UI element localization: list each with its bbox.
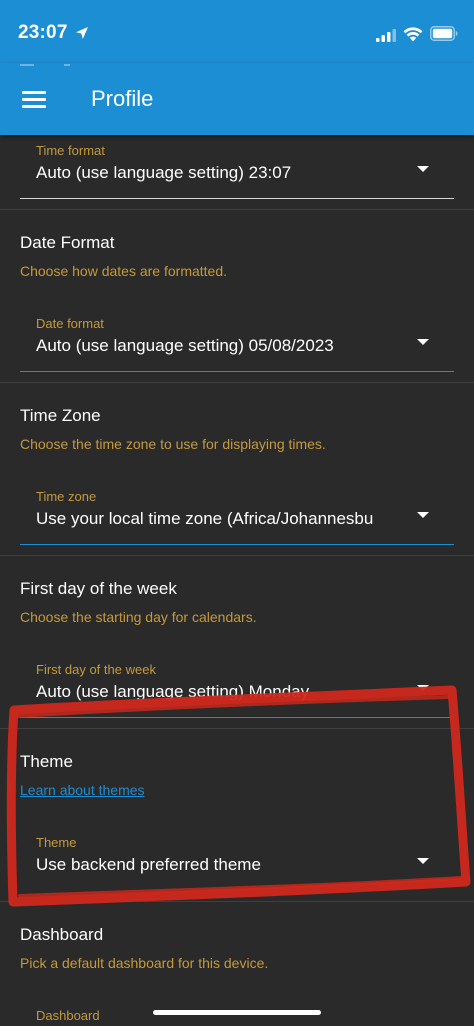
date-format-dropdown[interactable]: Date format Auto (use language setting) … bbox=[20, 308, 454, 372]
hamburger-menu-icon[interactable] bbox=[22, 91, 48, 109]
date-format-title: Date Format bbox=[20, 233, 115, 252]
time-format-dropdown[interactable]: Time format Auto (use language setting) … bbox=[20, 135, 454, 199]
field-underline bbox=[20, 371, 454, 372]
time-zone-value: Use your local time zone (Africa/Johanne… bbox=[36, 509, 374, 528]
time-format-value: Auto (use language setting) 23:07 bbox=[36, 163, 292, 182]
divider bbox=[0, 555, 474, 556]
profile-screen: 23:07 Profile Time format Auto (use lang… bbox=[0, 0, 474, 1026]
decorative-marks bbox=[20, 64, 70, 66]
field-underline bbox=[20, 198, 454, 199]
divider bbox=[0, 382, 474, 383]
first-day-value: Auto (use language setting) Monday bbox=[36, 682, 310, 701]
time-zone-field-label: Time zone bbox=[36, 489, 97, 504]
battery-icon bbox=[430, 26, 458, 41]
theme-dropdown[interactable]: Theme Use backend preferred theme bbox=[20, 827, 454, 891]
time-format-field-label: Time format bbox=[36, 143, 105, 158]
dropdown-arrow-icon bbox=[417, 166, 429, 172]
divider bbox=[0, 901, 474, 902]
theme-field-label: Theme bbox=[36, 835, 77, 850]
dropdown-arrow-icon bbox=[417, 858, 429, 864]
theme-value: Use backend preferred theme bbox=[36, 855, 261, 874]
page-title: Profile bbox=[91, 86, 154, 111]
dropdown-arrow-icon bbox=[417, 685, 429, 691]
dashboard-title: Dashboard bbox=[20, 925, 104, 944]
date-format-value: Auto (use language setting) 05/08/2023 bbox=[36, 336, 334, 355]
dropdown-arrow-icon bbox=[417, 512, 429, 518]
divider bbox=[0, 209, 474, 210]
dashboard-field-label: Dashboard bbox=[36, 1008, 100, 1023]
location-arrow-icon bbox=[76, 27, 88, 39]
learn-about-themes-link[interactable]: Learn about themes bbox=[20, 782, 145, 798]
time-zone-description: Choose the time zone to use for displayi… bbox=[20, 436, 326, 452]
first-day-description: Choose the starting day for calendars. bbox=[20, 609, 257, 625]
first-day-dropdown[interactable]: First day of the week Auto (use language… bbox=[20, 654, 454, 718]
field-underline bbox=[20, 544, 454, 545]
date-format-field-label: Date format bbox=[36, 316, 104, 331]
time-zone-title: Time Zone bbox=[20, 406, 101, 425]
wifi-icon bbox=[403, 27, 423, 42]
divider bbox=[0, 728, 474, 729]
field-underline bbox=[20, 717, 454, 718]
home-indicator bbox=[153, 1010, 321, 1015]
status-time: 23:07 bbox=[18, 22, 68, 43]
app-bar: Profile bbox=[0, 63, 474, 135]
first-day-field-label: First day of the week bbox=[36, 662, 156, 677]
cellular-signal-icon bbox=[376, 29, 396, 42]
dashboard-description: Pick a default dashboard for this device… bbox=[20, 955, 269, 971]
first-day-title: First day of the week bbox=[20, 579, 177, 598]
status-bar: 23:07 bbox=[0, 0, 474, 68]
time-zone-dropdown[interactable]: Time zone Use your local time zone (Afri… bbox=[20, 481, 454, 545]
dropdown-arrow-icon bbox=[417, 339, 429, 345]
theme-title: Theme bbox=[20, 752, 73, 771]
date-format-description: Choose how dates are formatted. bbox=[20, 263, 228, 279]
